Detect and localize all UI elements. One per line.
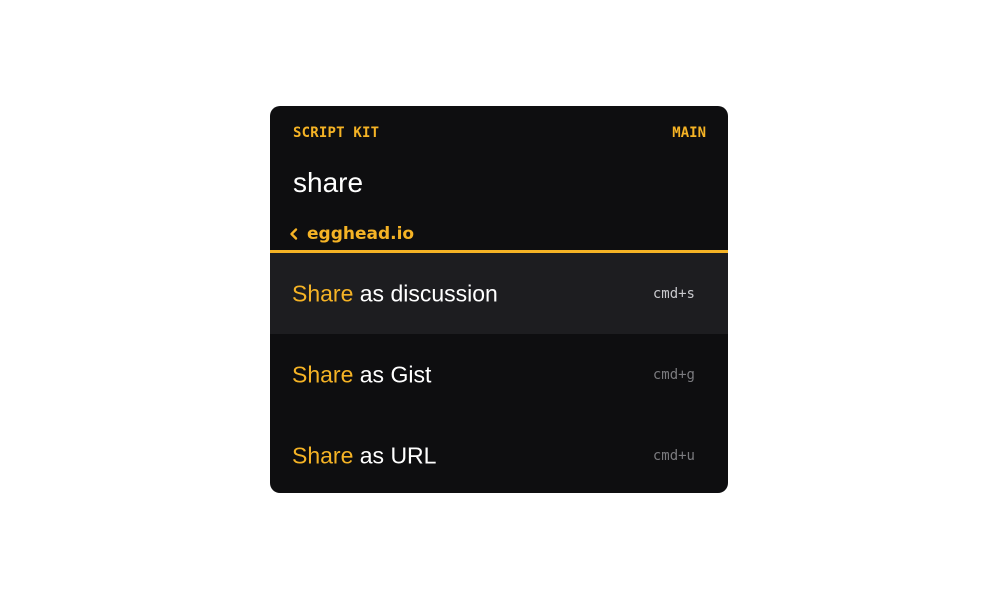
script-kit-prompt: SCRIPT KIT MAIN egghead.io Share as disc… <box>270 106 728 493</box>
choice-rest-text: as Gist <box>353 361 432 387</box>
breadcrumb-label: egghead.io <box>307 224 415 244</box>
choice-match-text: Share <box>292 280 354 306</box>
search-input[interactable] <box>293 166 693 200</box>
choice-item[interactable]: Share as URL cmd+u <box>270 415 728 493</box>
choice-rest-text: as discussion <box>353 280 498 306</box>
choice-item[interactable]: Share as discussion cmd+s <box>270 253 728 334</box>
choice-match-text: Share <box>292 442 354 468</box>
app-title: SCRIPT KIT <box>293 125 380 141</box>
choice-label: Share as URL <box>292 442 436 469</box>
choice-label: Share as Gist <box>292 361 431 388</box>
choice-shortcut: cmd+u <box>652 447 695 464</box>
choice-match-text: Share <box>292 361 354 387</box>
back-breadcrumb[interactable]: egghead.io <box>287 223 414 245</box>
choice-rest-text: as URL <box>353 442 437 468</box>
prompt-header: SCRIPT KIT MAIN <box>270 106 728 160</box>
choice-shortcut: cmd+s <box>652 285 695 302</box>
choice-shortcut: cmd+g <box>652 366 695 383</box>
choice-item[interactable]: Share as Gist cmd+g <box>270 334 728 415</box>
mode-label: MAIN <box>672 125 706 141</box>
choice-list: Share as discussion cmd+s Share as Gist … <box>270 253 728 493</box>
chevron-left-icon <box>290 228 298 240</box>
choice-label: Share as discussion <box>292 280 498 307</box>
